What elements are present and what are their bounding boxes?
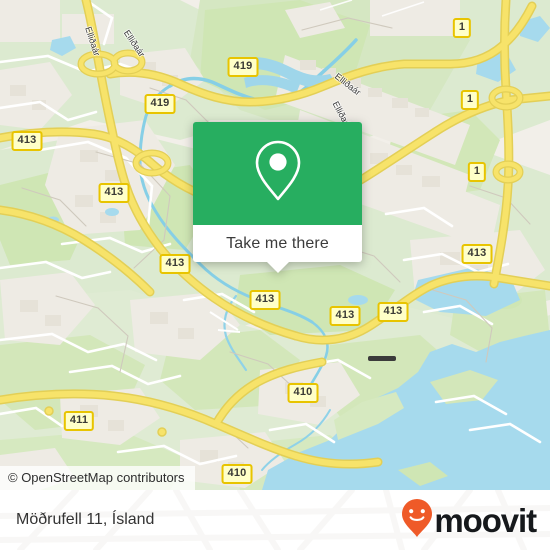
card-pointer-tail	[266, 262, 289, 273]
road-shield: 419	[144, 94, 176, 114]
take-me-there-label: Take me there	[226, 234, 329, 252]
card-cta-area[interactable]: Take me there	[193, 225, 362, 262]
moovit-smiley-pin-icon	[401, 498, 433, 543]
footer-bar: Möðrufell 11, Ísland moovit	[0, 490, 550, 550]
map-attribution[interactable]: © OpenStreetMap contributors	[0, 466, 195, 490]
address-label: Möðrufell 11, Ísland	[16, 511, 155, 528]
road-shield: 411	[63, 411, 95, 431]
road-shield: 413	[461, 244, 493, 264]
road-shield: 1	[467, 162, 487, 182]
moovit-map-screenshot: 419 419 413 413 1 1 1 413 413 413 413 413 410 411 410 …	[0, 0, 550, 550]
road-shield: 410	[287, 383, 319, 403]
moovit-wordmark: moovit	[434, 501, 537, 539]
take-me-there-card[interactable]: Take me there	[193, 122, 362, 273]
road-shield: 1	[460, 90, 480, 110]
moovit-logo[interactable]: moovit	[401, 490, 537, 550]
road-shield: 1	[452, 18, 472, 38]
road-shield: 419	[227, 57, 259, 77]
road-shield: 413	[159, 254, 191, 274]
road-shield: 413	[249, 290, 281, 310]
location-pin-icon	[251, 138, 305, 209]
road-shield: 413	[98, 183, 130, 203]
road-shield: 413	[11, 131, 43, 151]
card-pin-area	[193, 122, 362, 225]
road-shield: 410	[221, 464, 253, 484]
road-shield: 413	[329, 306, 361, 326]
road-shield: 413	[377, 302, 409, 322]
